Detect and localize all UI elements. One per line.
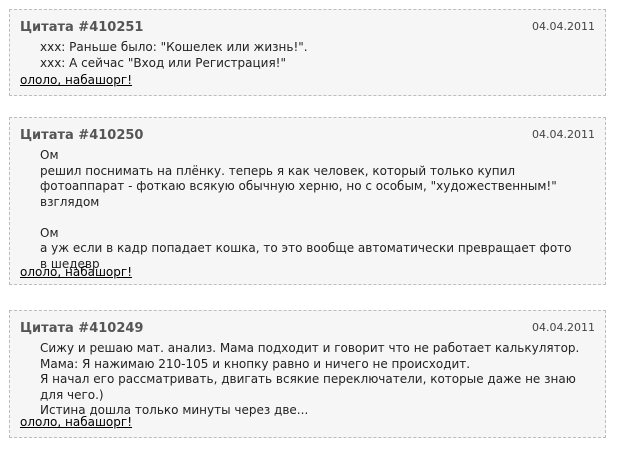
quote-line: для чего.) bbox=[40, 387, 104, 402]
quote-text: Ом решил поснимать на плёнку. теперь я к… bbox=[40, 148, 600, 272]
quote-line: Сижу и решаю мат. анализ. Мама подходит … bbox=[40, 341, 580, 355]
quote-card: Цитата #410250 04.04.2011 Ом решил посни… bbox=[9, 117, 606, 285]
quote-title: Цитата #410249 bbox=[20, 321, 144, 336]
quote-date: 04.04.2011 bbox=[532, 321, 595, 334]
quote-line: а уж если в кадр попадает кошка, то это … bbox=[40, 241, 572, 255]
quote-vote-link[interactable]: ололо, набашорг! bbox=[20, 73, 132, 87]
quote-vote-link[interactable]: ололо, набашорг! bbox=[20, 415, 132, 429]
quote-date: 04.04.2011 bbox=[532, 20, 595, 33]
quote-line: xxx: Раньше было: "Кошелек или жизнь!". bbox=[40, 40, 308, 54]
quote-line: Я начал его рассматривать, двигать всяки… bbox=[40, 372, 576, 386]
quote-text: xxx: Раньше было: "Кошелек или жизнь!". … bbox=[40, 40, 600, 71]
quote-line: решил поснимать на плёнку. теперь я как … bbox=[40, 163, 516, 178]
quote-card: Цитата #410251 04.04.2011 xxx: Раньше бы… bbox=[9, 9, 606, 96]
quote-line bbox=[40, 210, 600, 226]
quote-line: xxx: А сейчас "Вход или Регистрация!" bbox=[40, 55, 287, 70]
quote-card: Цитата #410249 04.04.2011 Сижу и решаю м… bbox=[9, 310, 606, 438]
quote-vote-link[interactable]: ололо, набашорг! bbox=[20, 265, 132, 279]
quote-text: Сижу и решаю мат. анализ. Мама подходит … bbox=[40, 341, 600, 419]
quote-line: Ом bbox=[40, 148, 59, 162]
quote-line: Мама: Я нажимаю 210-105 и кнопку равно и… bbox=[40, 356, 471, 371]
quote-line: взглядом bbox=[40, 194, 100, 209]
quote-title: Цитата #410250 bbox=[20, 128, 144, 143]
quote-line: фотоаппарат - фоткаю всякую обычную херн… bbox=[40, 179, 557, 193]
quote-title: Цитата #410251 bbox=[20, 20, 144, 35]
quote-line: Ом bbox=[40, 225, 59, 240]
quote-date: 04.04.2011 bbox=[532, 128, 595, 141]
